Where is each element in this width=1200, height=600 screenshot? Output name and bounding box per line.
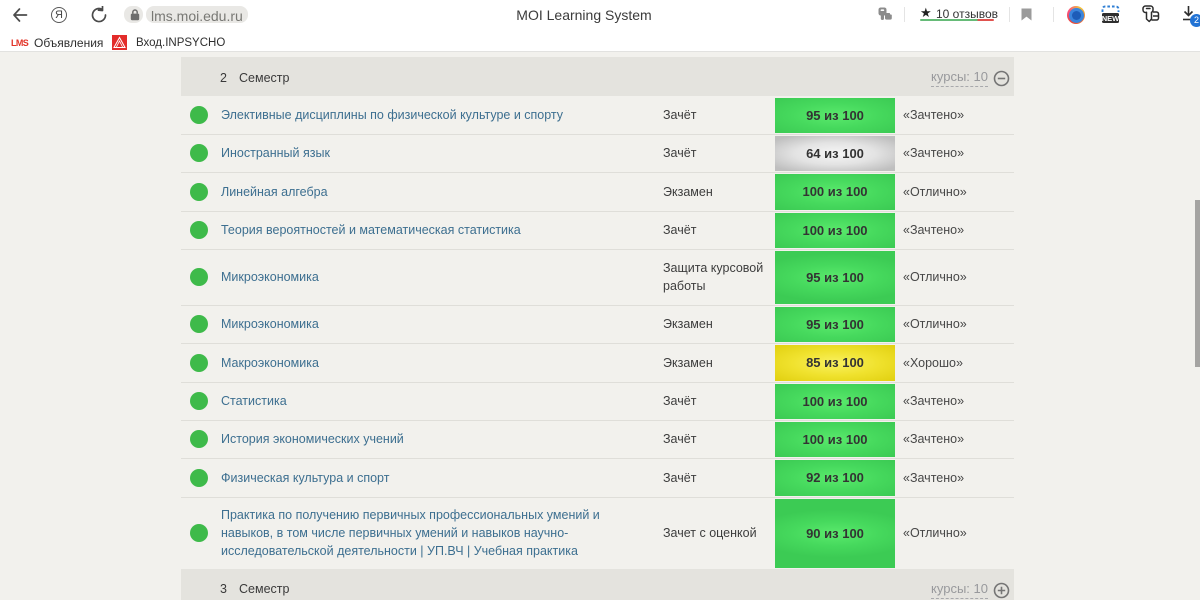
svg-text:NEW: NEW bbox=[1102, 14, 1120, 23]
